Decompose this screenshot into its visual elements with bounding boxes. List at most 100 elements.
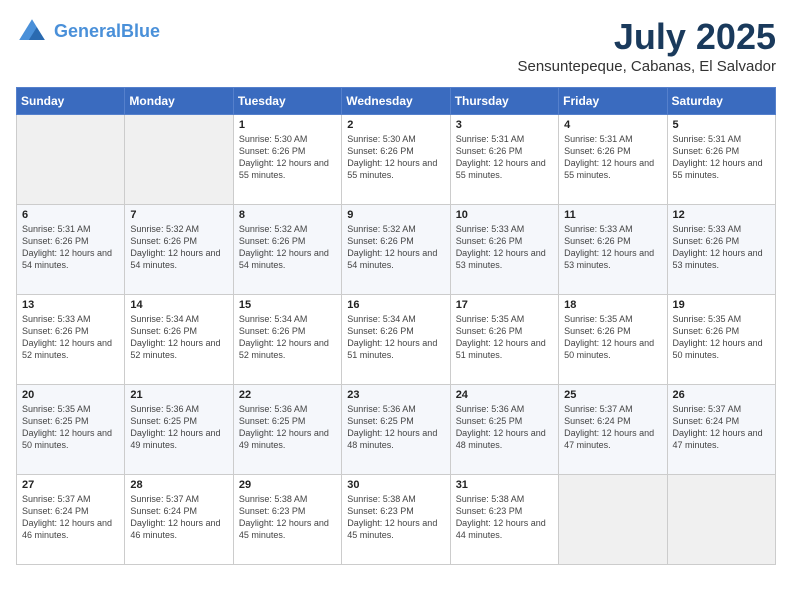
day-info: Sunrise: 5:33 AMSunset: 6:26 PMDaylight:… <box>456 223 553 272</box>
day-number: 18 <box>564 299 661 311</box>
weekday-header-thursday: Thursday <box>450 88 558 115</box>
calendar-cell: 7 Sunrise: 5:32 AMSunset: 6:26 PMDaylight… <box>125 205 233 295</box>
day-info: Sunrise: 5:32 AMSunset: 6:26 PMDaylight:… <box>130 223 227 272</box>
calendar-cell <box>17 115 125 205</box>
day-info: Sunrise: 5:35 AMSunset: 6:26 PMDaylight:… <box>673 313 770 362</box>
calendar-body: 1Sunrise: 5:30 AMSunset: 6:26 PMDaylight… <box>17 115 776 565</box>
week-row-1: 1Sunrise: 5:30 AMSunset: 6:26 PMDaylight… <box>17 115 776 205</box>
calendar-cell: 24 Sunrise: 5:36 AMSunset: 6:25 PMDayligh… <box>450 385 558 475</box>
calendar-cell: 9 Sunrise: 5:32 AMSunset: 6:26 PMDaylight… <box>342 205 450 295</box>
calendar-cell: 30Sunrise: 5:38 AMSunset: 6:23 PMDayligh… <box>342 475 450 565</box>
day-number: 13 <box>22 299 119 311</box>
day-number: 8 <box>239 209 336 221</box>
calendar-cell: 14Sunrise: 5:34 AMSunset: 6:26 PMDayligh… <box>125 295 233 385</box>
day-number: 9 <box>347 209 444 221</box>
calendar-cell: 1Sunrise: 5:30 AMSunset: 6:26 PMDaylight… <box>233 115 341 205</box>
calendar-cell: 29Sunrise: 5:38 AMSunset: 6:23 PMDayligh… <box>233 475 341 565</box>
calendar-cell <box>667 475 775 565</box>
calendar-cell: 23Sunrise: 5:36 AMSunset: 6:25 PMDayligh… <box>342 385 450 475</box>
calendar-cell: 20Sunrise: 5:35 AMSunset: 6:25 PMDayligh… <box>17 385 125 475</box>
day-number: 24 <box>456 389 553 401</box>
calendar-cell <box>125 115 233 205</box>
day-number: 31 <box>456 479 553 491</box>
day-info: Sunrise: 5:32 AMSunset: 6:26 PMDaylight:… <box>347 223 444 272</box>
calendar-table: SundayMondayTuesdayWednesdayThursdayFrid… <box>16 87 776 565</box>
day-number: 11 <box>564 209 661 221</box>
calendar-cell: 28 Sunrise: 5:37 AMSunset: 6:24 PMDayligh… <box>125 475 233 565</box>
day-info: Sunrise: 5:33 AMSunset: 6:26 PMDaylight:… <box>564 223 661 272</box>
day-info: Sunrise: 5:34 AMSunset: 6:26 PMDaylight:… <box>239 313 336 362</box>
calendar-cell: 15 Sunrise: 5:34 AMSunset: 6:26 PMDayligh… <box>233 295 341 385</box>
weekday-header-sunday: Sunday <box>17 88 125 115</box>
calendar-cell: 19 Sunrise: 5:35 AMSunset: 6:26 PMDayligh… <box>667 295 775 385</box>
logo-line1: General <box>54 21 121 41</box>
day-info: Sunrise: 5:37 AMSunset: 6:24 PMDaylight:… <box>130 493 227 542</box>
day-info: Sunrise: 5:36 AMSunset: 6:25 PMDaylight:… <box>130 403 227 452</box>
day-number: 16 <box>347 299 444 311</box>
day-info: Sunrise: 5:34 AMSunset: 6:26 PMDaylight:… <box>347 313 444 362</box>
calendar-cell: 8 Sunrise: 5:32 AMSunset: 6:26 PMDaylight… <box>233 205 341 295</box>
weekday-header-monday: Monday <box>125 88 233 115</box>
day-number: 28 <box>130 479 227 491</box>
day-number: 27 <box>22 479 119 491</box>
day-info: Sunrise: 5:33 AMSunset: 6:26 PMDaylight:… <box>22 313 119 362</box>
day-number: 7 <box>130 209 227 221</box>
calendar-cell <box>559 475 667 565</box>
weekday-header-friday: Friday <box>559 88 667 115</box>
day-info: Sunrise: 5:38 AMSunset: 6:23 PMDaylight:… <box>239 493 336 542</box>
calendar-header: SundayMondayTuesdayWednesdayThursdayFrid… <box>17 88 776 115</box>
calendar-cell: 11 Sunrise: 5:33 AMSunset: 6:26 PMDayligh… <box>559 205 667 295</box>
calendar-subtitle: Sensuntepeque, Cabanas, El Salvador <box>517 58 776 75</box>
calendar-cell: 27Sunrise: 5:37 AMSunset: 6:24 PMDayligh… <box>17 475 125 565</box>
day-number: 22 <box>239 389 336 401</box>
day-number: 5 <box>673 119 770 131</box>
logo-icon <box>16 16 48 48</box>
calendar-cell: 3 Sunrise: 5:31 AMSunset: 6:26 PMDaylight… <box>450 115 558 205</box>
calendar-cell: 31Sunrise: 5:38 AMSunset: 6:23 PMDayligh… <box>450 475 558 565</box>
calendar-cell: 10Sunrise: 5:33 AMSunset: 6:26 PMDayligh… <box>450 205 558 295</box>
day-info: Sunrise: 5:31 AMSunset: 6:26 PMDaylight:… <box>673 133 770 182</box>
logo: GeneralBlue <box>16 16 160 48</box>
calendar-cell: 18Sunrise: 5:35 AMSunset: 6:26 PMDayligh… <box>559 295 667 385</box>
weekday-header-saturday: Saturday <box>667 88 775 115</box>
day-info: Sunrise: 5:35 AMSunset: 6:26 PMDaylight:… <box>456 313 553 362</box>
calendar-cell: 13 Sunrise: 5:33 AMSunset: 6:26 PMDayligh… <box>17 295 125 385</box>
day-info: Sunrise: 5:31 AMSunset: 6:26 PMDaylight:… <box>564 133 661 182</box>
day-number: 23 <box>347 389 444 401</box>
weekday-header-tuesday: Tuesday <box>233 88 341 115</box>
day-number: 6 <box>22 209 119 221</box>
day-info: Sunrise: 5:30 AMSunset: 6:26 PMDaylight:… <box>239 133 336 182</box>
weekday-row: SundayMondayTuesdayWednesdayThursdayFrid… <box>17 88 776 115</box>
day-info: Sunrise: 5:33 AMSunset: 6:26 PMDaylight:… <box>673 223 770 272</box>
weekday-header-wednesday: Wednesday <box>342 88 450 115</box>
day-number: 21 <box>130 389 227 401</box>
day-number: 12 <box>673 209 770 221</box>
day-number: 30 <box>347 479 444 491</box>
week-row-4: 20Sunrise: 5:35 AMSunset: 6:25 PMDayligh… <box>17 385 776 475</box>
calendar-cell: 12 Sunrise: 5:33 AMSunset: 6:26 PMDayligh… <box>667 205 775 295</box>
calendar-cell: 26 Sunrise: 5:37 AMSunset: 6:24 PMDayligh… <box>667 385 775 475</box>
calendar-cell: 4 Sunrise: 5:31 AMSunset: 6:26 PMDaylight… <box>559 115 667 205</box>
day-info: Sunrise: 5:37 AMSunset: 6:24 PMDaylight:… <box>673 403 770 452</box>
day-number: 4 <box>564 119 661 131</box>
logo-text: GeneralBlue <box>54 22 160 42</box>
calendar-cell: 22Sunrise: 5:36 AMSunset: 6:25 PMDayligh… <box>233 385 341 475</box>
calendar-cell: 16 Sunrise: 5:34 AMSunset: 6:26 PMDayligh… <box>342 295 450 385</box>
day-info: Sunrise: 5:30 AMSunset: 6:26 PMDaylight:… <box>347 133 444 182</box>
calendar-cell: 6Sunrise: 5:31 AMSunset: 6:26 PMDaylight… <box>17 205 125 295</box>
day-info: Sunrise: 5:36 AMSunset: 6:25 PMDaylight:… <box>456 403 553 452</box>
title-block: July 2025 Sensuntepeque, Cabanas, El Sal… <box>517 16 776 75</box>
day-number: 3 <box>456 119 553 131</box>
day-number: 19 <box>673 299 770 311</box>
day-info: Sunrise: 5:37 AMSunset: 6:24 PMDaylight:… <box>564 403 661 452</box>
day-info: Sunrise: 5:34 AMSunset: 6:26 PMDaylight:… <box>130 313 227 362</box>
day-info: Sunrise: 5:31 AMSunset: 6:26 PMDaylight:… <box>456 133 553 182</box>
day-number: 15 <box>239 299 336 311</box>
calendar-cell: 5 Sunrise: 5:31 AMSunset: 6:26 PMDaylight… <box>667 115 775 205</box>
day-number: 26 <box>673 389 770 401</box>
calendar-cell: 21 Sunrise: 5:36 AMSunset: 6:25 PMDayligh… <box>125 385 233 475</box>
week-row-3: 13 Sunrise: 5:33 AMSunset: 6:26 PMDayligh… <box>17 295 776 385</box>
day-info: Sunrise: 5:32 AMSunset: 6:26 PMDaylight:… <box>239 223 336 272</box>
logo-line2: Blue <box>121 21 160 41</box>
day-number: 17 <box>456 299 553 311</box>
